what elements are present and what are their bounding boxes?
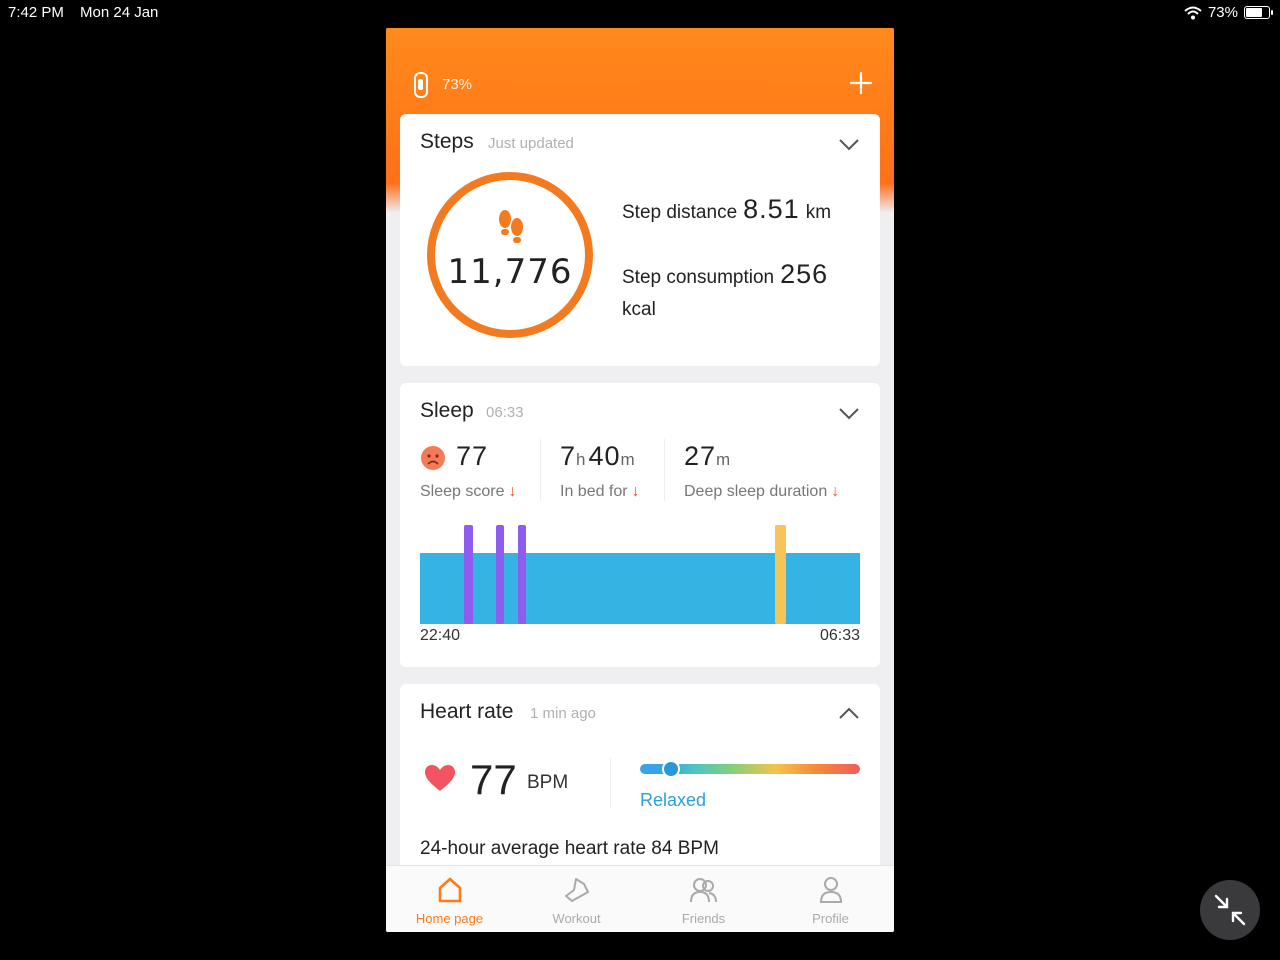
bed-minutes-unit: m [620, 450, 635, 469]
chevron-down-icon[interactable] [838, 138, 860, 152]
step-consumption-unit: kcal [622, 299, 656, 320]
bed-minutes: 40 [588, 441, 621, 471]
nav-friends-label: Friends [681, 911, 726, 926]
nav-friends[interactable]: Friends [640, 866, 767, 932]
bed-hours-unit: h [576, 450, 586, 469]
step-consumption: Step consumption 256 kcal [622, 258, 872, 326]
heart-rate-average: 24-hour average heart rate 84 BPM [420, 838, 719, 859]
nav-home-label: Home page [415, 911, 484, 926]
deep-sleep-unit: m [716, 450, 731, 469]
health-app: 73% Steps Just updated 11,776 Step dista… [386, 28, 894, 932]
arrow-down-icon: ↓ [631, 483, 640, 500]
footsteps-icon [499, 210, 523, 243]
minimize-icon [1214, 894, 1246, 926]
status-indicators: 73% [1184, 4, 1273, 21]
shoe-icon [564, 878, 589, 902]
nav-home[interactable]: Home page [386, 866, 513, 932]
deep-sleep-label: Deep sleep duration [684, 483, 828, 500]
heart-rate-indicator [662, 760, 680, 778]
steps-updated: Just updated [488, 135, 574, 152]
step-consumption-value: 256 [780, 259, 829, 289]
sleep-stage-rem [518, 525, 526, 624]
steps-title: Steps [420, 130, 474, 153]
wifi-icon [1184, 6, 1202, 19]
sad-face-icon [421, 446, 445, 470]
sleep-score-metric: 77 Sleep score ↓ [420, 441, 517, 500]
sleep-stage-rem [464, 525, 473, 624]
sleep-stage-rem [496, 525, 504, 624]
sleep-stage-awake [775, 525, 786, 624]
heart-rate-updated: 1 min ago [530, 705, 596, 722]
home-icon [438, 877, 461, 903]
nav-workout[interactable]: Workout [513, 866, 640, 932]
sleep-stage-light [420, 553, 860, 624]
sleep-stages-chart [420, 525, 860, 624]
nav-profile[interactable]: Profile [767, 866, 894, 932]
status-battery-percent: 73% [1207, 4, 1238, 21]
bed-hours: 7 [560, 441, 577, 471]
status-time: 7:42 PM [8, 4, 64, 21]
chevron-up-icon[interactable] [838, 706, 860, 720]
sleep-title: Sleep [420, 399, 474, 422]
profile-icon [819, 877, 842, 903]
heart-rate-status: Relaxed [640, 790, 707, 810]
step-distance-value: 8.51 [743, 194, 800, 224]
in-bed-label: In bed for [560, 483, 628, 500]
nav-workout-label: Workout [552, 911, 601, 926]
status-date: Mon 24 Jan [80, 4, 159, 21]
chevron-down-icon[interactable] [838, 407, 860, 421]
friends-icon [689, 878, 717, 903]
minimize-button[interactable] [1200, 880, 1260, 940]
heart-rate-value: 77 [470, 756, 517, 803]
step-consumption-label: Step consumption [622, 267, 775, 288]
status-bar: 7:42 PM Mon 24 Jan 73% [0, 0, 1280, 26]
bottom-nav: Home page Workout Friends Profile [386, 865, 894, 932]
step-distance: Step distance 8.51 km [622, 194, 831, 225]
sleep-time: 06:33 [486, 404, 524, 421]
battery-icon [1244, 6, 1273, 19]
add-icon[interactable] [848, 70, 874, 96]
band-battery: 73% [442, 76, 473, 93]
step-distance-label: Step distance [622, 202, 738, 223]
in-bed-metric: 7h 40m In bed for ↓ [560, 441, 640, 500]
sleep-score-label: Sleep score [420, 483, 505, 500]
deep-sleep-value: 27 [684, 441, 717, 471]
heart-rate-unit: BPM [527, 772, 569, 793]
sleep-end-time: 06:33 [819, 627, 860, 644]
nav-profile-label: Profile [812, 911, 849, 926]
arrow-down-icon: ↓ [831, 483, 840, 500]
sleep-score-value: 77 [456, 441, 489, 471]
sleep-card[interactable]: Sleep 06:33 77 Sleep score ↓ 7h 40m In bed… [400, 383, 880, 667]
arrow-down-icon: ↓ [508, 483, 517, 500]
steps-card[interactable]: Steps Just updated 11,776 Step distance 8… [400, 114, 880, 366]
fitness-band-icon[interactable] [414, 72, 428, 98]
steps-count: 11,776 [447, 252, 573, 292]
sleep-start-time: 22:40 [420, 627, 461, 644]
heart-rate-title: Heart rate [420, 700, 514, 723]
step-distance-unit: km [805, 202, 832, 223]
deep-sleep-metric: 27m Deep sleep duration ↓ [684, 441, 839, 500]
heart-icon [425, 765, 455, 791]
